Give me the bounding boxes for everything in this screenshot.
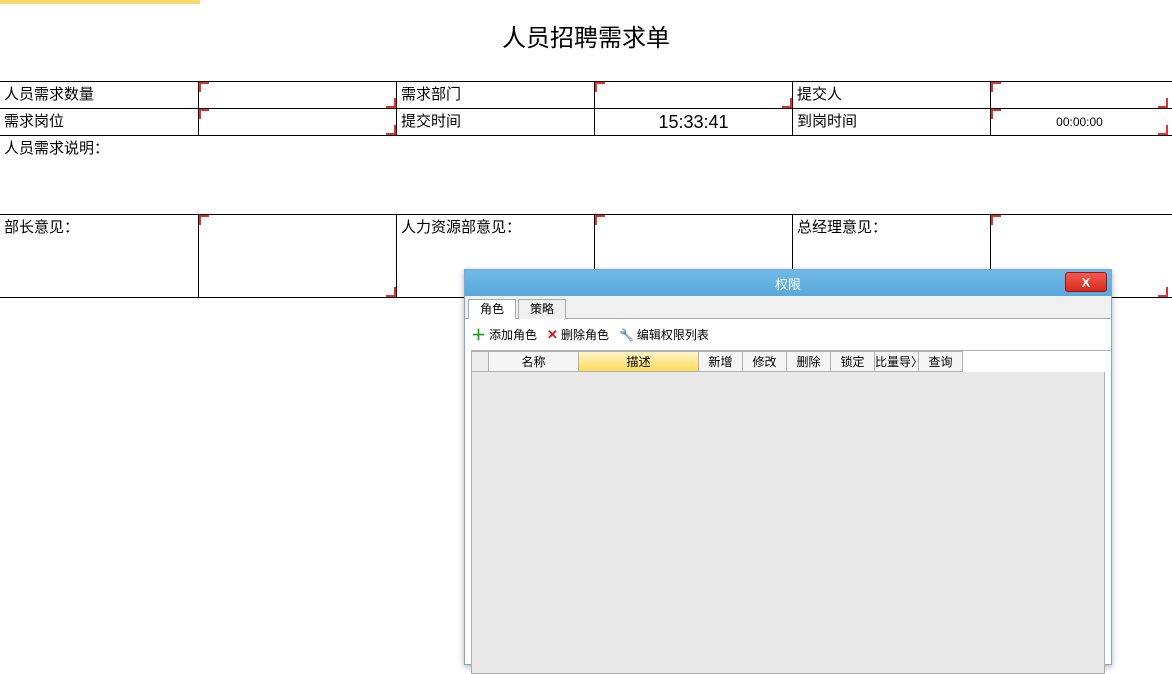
tab-role[interactable]: 角色 (468, 299, 516, 319)
plus-icon: ＋ (471, 324, 486, 345)
mgr-opinion-label: 部长意见： (0, 215, 199, 297)
qty-field[interactable] (198, 82, 397, 108)
add-role-label: 添加角色 (489, 326, 537, 343)
edit-perm-label: 编辑权限列表 (637, 326, 709, 343)
toolbar: ＋ 添加角色 ✕ 删除角色 🔧 编辑权限列表 (465, 319, 1111, 350)
col-query[interactable]: 查询 (919, 351, 963, 372)
col-edit[interactable]: 修改 (743, 351, 787, 372)
arrive-time-field[interactable]: 00:00:00 (990, 109, 1168, 135)
form-title: 人员招聘需求单 (0, 4, 1172, 67)
col-lock[interactable]: 锁定 (831, 351, 875, 372)
desc-label: 人员需求说明： (0, 136, 1172, 162)
add-role-button[interactable]: ＋ 添加角色 (471, 324, 537, 345)
form-row-2: 需求岗位 提交时间 15:33:41 到岗时间 00:00:00 (0, 108, 1172, 136)
col-name[interactable]: 名称 (489, 351, 579, 372)
col-batch[interactable]: 比量导〉 (875, 351, 919, 372)
submitter-label: 提交人 (792, 82, 991, 108)
mgr-opinion-field[interactable] (198, 215, 397, 297)
col-delete[interactable]: 删除 (787, 351, 831, 372)
form-row-1: 人员需求数量 需求部门 提交人 (0, 81, 1172, 109)
grid-header: 名称 描述 新增 修改 删除 锁定 比量导〉 查询 (471, 350, 1111, 372)
position-field[interactable] (198, 109, 397, 135)
close-button[interactable]: X (1065, 272, 1107, 292)
submitter-field[interactable] (990, 82, 1168, 108)
dept-label: 需求部门 (396, 82, 595, 108)
dialog-titlebar[interactable]: 权限 X (465, 270, 1111, 296)
submit-time-label: 提交时间 (396, 109, 595, 135)
arrive-time-label: 到岗时间 (792, 109, 991, 135)
qty-label: 人员需求数量 (0, 82, 199, 108)
permission-dialog: 权限 X 角色 策略 ＋ 添加角色 ✕ 删除角色 🔧 编辑权限列表 名称 描述 (464, 269, 1112, 665)
delete-role-label: 删除角色 (561, 326, 609, 343)
dept-field[interactable] (594, 82, 793, 108)
wrench-icon: 🔧 (619, 328, 634, 342)
position-label: 需求岗位 (0, 109, 199, 135)
edit-perm-button[interactable]: 🔧 编辑权限列表 (619, 326, 709, 343)
grid-body[interactable] (471, 372, 1105, 674)
col-add[interactable]: 新增 (699, 351, 743, 372)
grid-corner[interactable] (471, 351, 489, 372)
submit-time-value: 15:33:41 (594, 109, 793, 135)
tabs-strip: 角色 策略 (465, 296, 1111, 319)
close-icon: X (1082, 275, 1091, 290)
delete-role-button[interactable]: ✕ 删除角色 (547, 326, 609, 343)
tab-policy[interactable]: 策略 (518, 299, 566, 319)
x-icon: ✕ (547, 327, 558, 343)
col-desc[interactable]: 描述 (579, 351, 699, 372)
dialog-title: 权限 (775, 274, 801, 293)
